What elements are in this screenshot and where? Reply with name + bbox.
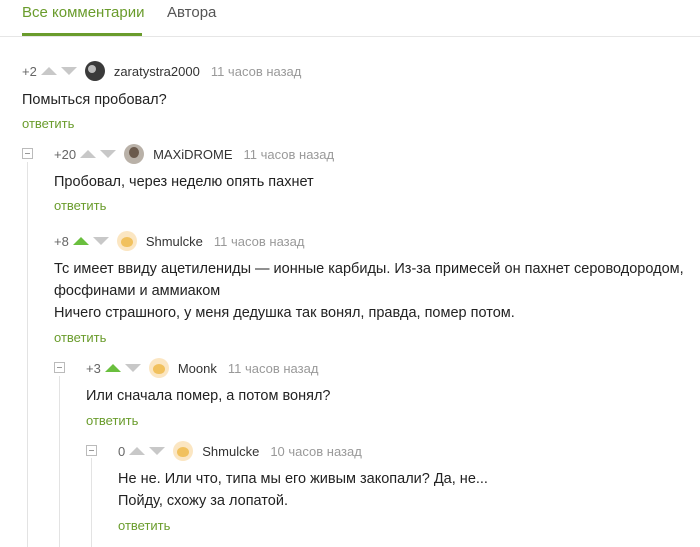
vote-down-icon[interactable] [92,237,109,245]
collapse-icon[interactable] [86,445,97,456]
comment-header: 0 Shmulcke 10 часов назад [118,441,362,461]
comment-text-line: Тс имеет ввиду ацетилениды — ионные карб… [54,261,684,277]
avatar[interactable] [124,144,145,164]
collapse-icon[interactable] [22,148,33,159]
comment-time[interactable]: 11 часов назад [214,234,305,249]
reply-button[interactable]: ответить [118,518,170,533]
comment-header: +8 Shmulcke 11 часов назад [54,231,304,251]
comment-header: +3 Moonk 11 часов назад [86,358,318,378]
vote-down-icon[interactable] [124,364,141,372]
comment-author[interactable]: Shmulcke [202,444,259,459]
vote-up-icon[interactable] [72,237,89,245]
comment-header: +2 zaratystra2000 11 часов назад [22,61,301,81]
comment-text: Не не. Или что, типа мы его живым закопа… [118,468,488,512]
comment-text-line: Пробовал, через неделю опять пахнет [54,174,314,190]
avatar[interactable] [148,358,169,378]
comment-text: Пробовал, через неделю опять пахнет [54,171,314,193]
tab-all-comments[interactable]: Все комментарии [22,4,144,21]
comment-rating: 0 [118,443,126,459]
comment-text-line: Помыться пробовал? [22,92,167,108]
comment-time[interactable]: 11 часов назад [211,64,302,79]
vote-up-icon[interactable] [129,447,146,455]
vote-down-icon[interactable] [60,67,77,75]
active-tab-indicator [22,33,142,36]
vote-up-icon[interactable] [80,150,97,158]
vote-down-icon[interactable] [100,150,117,158]
comment-rating: +2 [22,63,37,79]
comment-time[interactable]: 11 часов назад [228,361,319,376]
reply-button[interactable]: ответить [22,116,74,131]
vote-up-icon[interactable] [40,67,57,75]
avatar[interactable] [84,61,105,81]
comment-text: Тс имеет ввиду ацетилениды — ионные карб… [54,258,684,324]
vote-up-icon[interactable] [104,364,121,372]
comment-tabs: Все комментарии Автора [0,0,700,37]
comment-rating: +8 [54,233,69,249]
comment-text-line: Ничего страшного, у меня дедушка так вон… [54,305,515,321]
thread-line [91,458,92,547]
comment-time[interactable]: 11 часов назад [244,147,335,162]
thread-line [59,376,60,547]
comment-text-line: Не не. Или что, типа мы его живым закопа… [118,471,488,487]
comment-text: Помыться пробовал? [22,89,167,111]
comment-rating: +20 [54,146,77,162]
comment-text-line: Или сначала помер, а потом вонял? [86,388,331,404]
comment-author[interactable]: MAXiDROME [153,147,232,162]
reply-button[interactable]: ответить [54,330,106,345]
comment-text-line: фосфинами и аммиаком [54,283,221,299]
avatar[interactable] [173,441,194,461]
tab-author[interactable]: Автора [167,4,216,21]
comment-author[interactable]: zaratystra2000 [114,64,200,79]
reply-button[interactable]: ответить [86,413,138,428]
comment-text: Или сначала помер, а потом вонял? [86,385,330,407]
comment-author[interactable]: Shmulcke [146,234,203,249]
comment-text-line: Пойду, схожу за лопатой. [118,493,288,509]
thread-line [27,162,28,547]
avatar[interactable] [116,231,137,251]
comment-rating: +3 [86,360,101,376]
reply-button[interactable]: ответить [54,198,106,213]
collapse-icon[interactable] [54,362,65,373]
vote-down-icon[interactable] [149,447,166,455]
comment-header: +20 MAXiDROME 11 часов назад [54,144,334,164]
comment-author[interactable]: Moonk [178,361,217,376]
comment-time[interactable]: 10 часов назад [270,444,362,459]
